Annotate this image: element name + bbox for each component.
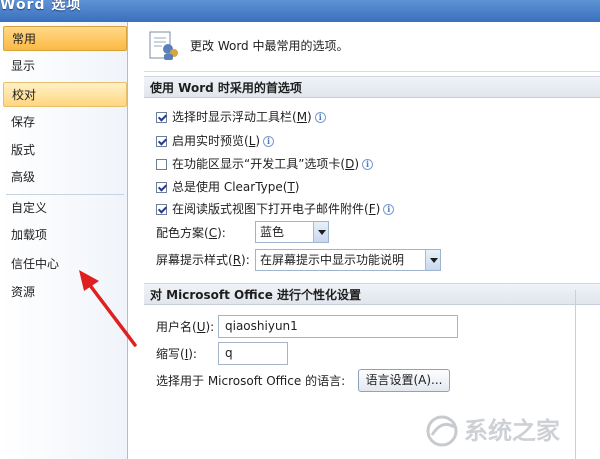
options-page-icon xyxy=(149,31,178,60)
label-suffix: ) xyxy=(255,134,261,148)
section-preferences-title: 使用 Word 时采用的首选项 xyxy=(144,76,600,98)
options-sidebar: 常用 显示 校对 保存 版式 高级 自定义 加载项 信任中心 资源 xyxy=(0,22,128,459)
screentip-style-value: 在屏幕提示中显示功能说明 xyxy=(260,253,405,267)
color-scheme-value: 蓝色 xyxy=(260,225,285,239)
screentip-style-label-text: 屏幕提示样式( xyxy=(156,253,233,267)
option-cleartype-label: 总是使用 ClearType( xyxy=(172,180,288,194)
sidebar-item-common[interactable]: 常用 xyxy=(3,26,127,51)
color-scheme-select[interactable]: 蓝色 xyxy=(255,221,329,243)
section-personalize-title: 对 Microsoft Office 进行个性化设置 xyxy=(144,283,600,305)
options-header-text: 更改 Word 中最常用的选项。 xyxy=(190,39,349,53)
language-settings-button[interactable]: 语言设置(A)... xyxy=(358,369,450,392)
label-suffix: ) xyxy=(294,180,300,194)
info-icon: i xyxy=(362,158,374,170)
accelerator-key: M xyxy=(296,110,308,124)
option-developer-tab-label: 在功能区显示“开发工具”选项卡( xyxy=(172,157,346,171)
checkbox-cleartype[interactable] xyxy=(156,181,167,193)
option-mini-toolbar[interactable]: 选择时显示浮动工具栏(M) i xyxy=(156,108,326,126)
label-suffix: ): xyxy=(241,253,250,267)
sidebar-item-advanced[interactable]: 高级 xyxy=(3,165,127,190)
initials-input[interactable]: q xyxy=(218,342,288,365)
header-divider xyxy=(144,71,600,72)
accelerator-key: R xyxy=(232,253,242,267)
chevron-down-icon[interactable] xyxy=(313,222,328,242)
sidebar-item-trust-center[interactable]: 信任中心 xyxy=(3,252,127,277)
sidebar-item-display[interactable]: 显示 xyxy=(3,54,127,79)
option-email-attachments-label: 在阅读版式视图下打开电子邮件附件( xyxy=(172,202,369,216)
checkbox-email-attachments[interactable] xyxy=(156,203,167,215)
sidebar-item-layout[interactable]: 版式 xyxy=(3,138,127,163)
accelerator-key: F xyxy=(368,202,376,216)
accelerator-key: C xyxy=(208,226,218,240)
color-scheme-label: 配色方案(C): xyxy=(156,224,226,242)
screentip-style-label: 屏幕提示样式(R): xyxy=(156,251,250,269)
initials-label: 缩写(I): xyxy=(156,345,197,363)
options-content: 更改 Word 中最常用的选项。 使用 Word 时采用的首选项 选择时显示浮动… xyxy=(134,22,600,459)
info-icon: i xyxy=(383,203,395,215)
watermark-text: 系统之家 xyxy=(464,417,560,445)
username-label: 用户名(U): xyxy=(156,318,214,336)
label-suffix: ) xyxy=(375,202,381,216)
option-developer-tab[interactable]: 在功能区显示“开发工具”选项卡(D) i xyxy=(156,155,374,173)
label-suffix: ): xyxy=(188,347,197,361)
sidebar-item-save[interactable]: 保存 xyxy=(3,110,127,135)
checkbox-live-preview[interactable] xyxy=(156,135,167,147)
sidebar-item-addins[interactable]: 加载项 xyxy=(3,223,127,248)
label-suffix: ): xyxy=(217,226,226,240)
username-label-text: 用户名( xyxy=(156,320,197,334)
screentip-style-select[interactable]: 在屏幕提示中显示功能说明 xyxy=(255,249,441,271)
option-live-preview[interactable]: 启用实时预览(L) i xyxy=(156,132,275,150)
option-live-preview-label: 启用实时预览( xyxy=(172,134,249,148)
username-input[interactable]: qiaoshiyun1 xyxy=(218,315,458,338)
initials-label-text: 缩写( xyxy=(156,347,185,361)
office-language-label: 选择用于 Microsoft Office 的语言: xyxy=(156,374,346,388)
window-title: Word 选项 xyxy=(0,0,82,13)
chevron-down-icon[interactable] xyxy=(425,250,440,270)
watermark-logo: 系统之家 xyxy=(426,415,560,447)
option-mini-toolbar-label: 选择时显示浮动工具栏( xyxy=(172,110,297,124)
sidebar-divider xyxy=(6,194,124,195)
accelerator-key: T xyxy=(287,180,295,194)
info-icon: i xyxy=(314,111,326,123)
option-cleartype[interactable]: 总是使用 ClearType(T) xyxy=(156,178,299,196)
sidebar-item-proofing[interactable]: 校对 xyxy=(3,82,127,107)
accelerator-key: L xyxy=(248,134,256,148)
accelerator-key: D xyxy=(345,157,355,171)
sidebar-item-resources[interactable]: 资源 xyxy=(3,280,127,305)
checkbox-developer-tab[interactable] xyxy=(156,158,167,170)
label-suffix: ): xyxy=(205,320,215,334)
color-scheme-label-text: 配色方案( xyxy=(156,226,209,240)
option-email-attachments[interactable]: 在阅读版式视图下打开电子邮件附件(F) i xyxy=(156,200,395,218)
checkbox-mini-toolbar[interactable] xyxy=(156,111,167,123)
label-suffix: ) xyxy=(354,157,360,171)
title-bar: Word 选项 xyxy=(0,0,600,22)
label-suffix: ) xyxy=(307,110,312,124)
info-icon: i xyxy=(263,135,275,147)
sidebar-item-customize[interactable]: 自定义 xyxy=(3,196,127,221)
